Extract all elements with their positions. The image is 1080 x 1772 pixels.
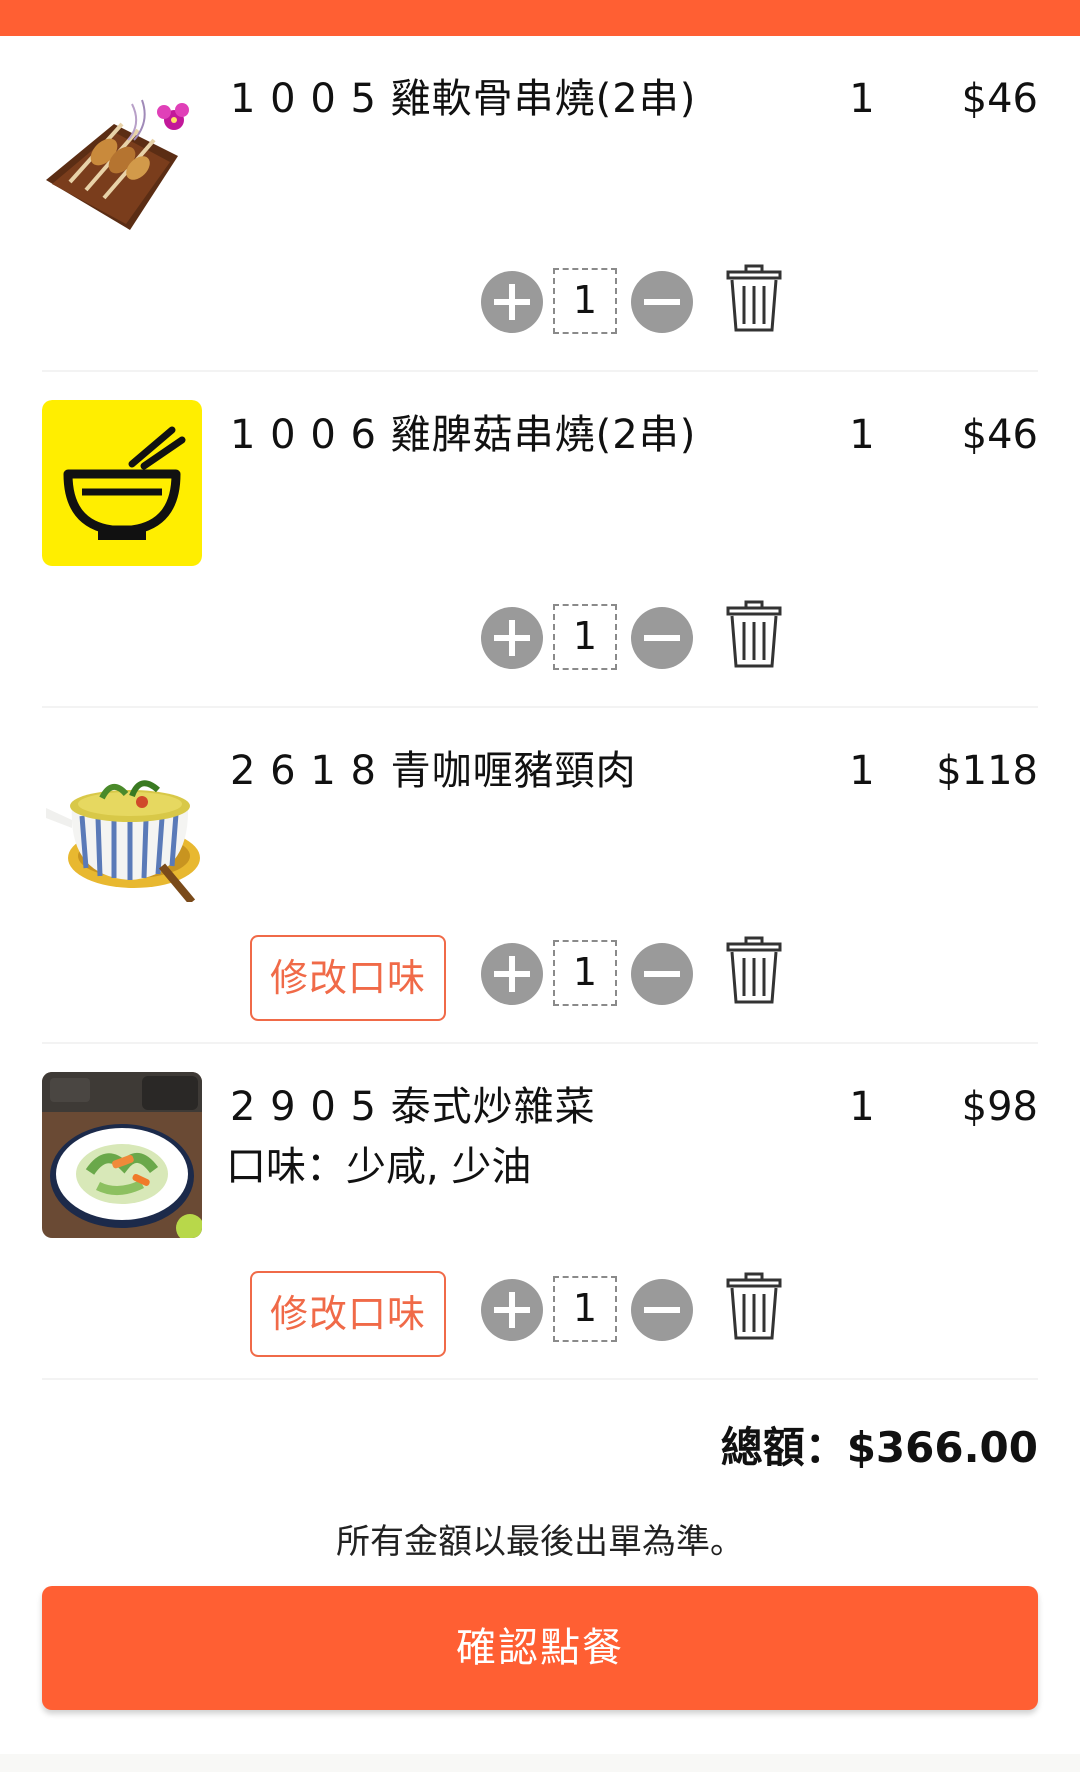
quantity-input[interactable]: 1 bbox=[553, 1276, 617, 1342]
cart-page: 1 0 0 5 雞軟骨串燒(2串) 1 $46 1 1 0 0 6 雞脾菇串燒(… bbox=[0, 0, 1080, 1772]
item-price: $46 bbox=[961, 412, 1038, 458]
item-controls: 修改口味 1 bbox=[42, 935, 1038, 1021]
increase-button[interactable] bbox=[480, 942, 544, 1006]
delete-button[interactable] bbox=[726, 600, 782, 670]
increase-button[interactable] bbox=[480, 270, 544, 334]
item-image bbox=[42, 400, 202, 566]
edit-taste-button[interactable]: 修改口味 bbox=[250, 1271, 446, 1357]
cart-item: 2 6 1 8 青咖喱豬頸肉 1 $118 修改口味 1 bbox=[42, 708, 1038, 1044]
decrease-button[interactable] bbox=[630, 942, 694, 1006]
price-disclaimer: 所有金額以最後出單為準。 bbox=[336, 1522, 744, 1562]
trash-icon bbox=[726, 936, 782, 1004]
item-controls: 修改口味 1 bbox=[42, 1271, 1038, 1357]
plus-icon bbox=[481, 1279, 543, 1341]
bottom-strip bbox=[0, 1754, 1080, 1772]
trash-icon bbox=[726, 264, 782, 332]
cart-item: 1 0 0 5 雞軟骨串燒(2串) 1 $46 1 bbox=[42, 36, 1038, 372]
divider bbox=[42, 1378, 1038, 1380]
order-total: 總額：$366.00 bbox=[720, 1423, 1038, 1472]
edit-taste-button[interactable]: 修改口味 bbox=[250, 935, 446, 1021]
minus-icon bbox=[631, 271, 693, 333]
delete-button[interactable] bbox=[726, 936, 782, 1006]
item-controls: 1 bbox=[42, 600, 1038, 674]
item-price: $46 bbox=[961, 76, 1038, 122]
item-quantity: 1 bbox=[849, 412, 875, 458]
delete-button[interactable] bbox=[726, 1272, 782, 1342]
top-bar bbox=[0, 0, 1080, 36]
decrease-button[interactable] bbox=[630, 1278, 694, 1342]
increase-button[interactable] bbox=[480, 606, 544, 670]
item-name: 1 0 0 5 雞軟骨串燒(2串) bbox=[230, 76, 697, 122]
quantity-input[interactable]: 1 bbox=[553, 940, 617, 1006]
minus-icon bbox=[631, 1279, 693, 1341]
cart-item: 2 9 0 5 泰式炒雜菜 口味：少咸, 少油 1 $98 修改口味 1 bbox=[42, 1044, 1038, 1380]
quantity-input[interactable]: 1 bbox=[553, 268, 617, 334]
minus-icon bbox=[631, 943, 693, 1005]
delete-button[interactable] bbox=[726, 264, 782, 334]
item-name: 2 6 1 8 青咖喱豬頸肉 bbox=[230, 748, 637, 794]
confirm-order-button[interactable]: 確認點餐 bbox=[42, 1586, 1038, 1710]
item-image bbox=[42, 64, 202, 230]
bowl-icon bbox=[42, 400, 202, 566]
decrease-button[interactable] bbox=[630, 606, 694, 670]
plus-icon bbox=[481, 607, 543, 669]
item-quantity: 1 bbox=[849, 748, 875, 794]
minus-icon bbox=[631, 607, 693, 669]
item-price: $118 bbox=[936, 748, 1038, 794]
decrease-button[interactable] bbox=[630, 270, 694, 334]
plus-icon bbox=[481, 271, 543, 333]
item-quantity: 1 bbox=[849, 1084, 875, 1130]
item-price: $98 bbox=[961, 1084, 1038, 1130]
cart-item: 1 0 0 6 雞脾菇串燒(2串) 1 $46 1 bbox=[42, 372, 1038, 708]
item-taste-note: 口味：少咸, 少油 bbox=[226, 1144, 532, 1190]
increase-button[interactable] bbox=[480, 1278, 544, 1342]
trash-icon bbox=[726, 600, 782, 668]
item-name: 1 0 0 6 雞脾菇串燒(2串) bbox=[230, 412, 697, 458]
item-quantity: 1 bbox=[849, 76, 875, 122]
trash-icon bbox=[726, 1272, 782, 1340]
plus-icon bbox=[481, 943, 543, 1005]
item-image bbox=[42, 1072, 202, 1238]
item-name: 2 9 0 5 泰式炒雜菜 bbox=[230, 1084, 596, 1130]
item-controls: 1 bbox=[42, 264, 1038, 338]
quantity-input[interactable]: 1 bbox=[553, 604, 617, 670]
item-image bbox=[42, 736, 202, 902]
